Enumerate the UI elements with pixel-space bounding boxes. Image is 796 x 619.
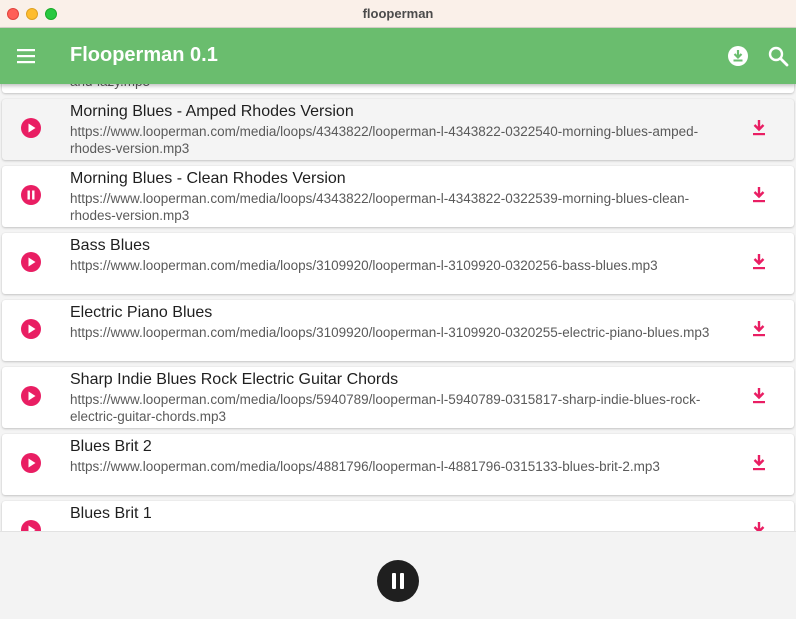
- menu-icon[interactable]: [14, 44, 38, 68]
- loop-url: https://www.looperman.com/media/loops/60…: [70, 84, 710, 90]
- loop-title: Morning Blues - Amped Rhodes Version: [70, 103, 354, 120]
- loop-url: https://www.looperman.com/media/loops/48…: [70, 459, 660, 474]
- player-bar: [0, 531, 796, 619]
- app-title: Flooperman 0.1: [70, 44, 218, 66]
- play-circle-icon[interactable]: [20, 452, 42, 474]
- play-circle-icon[interactable]: [20, 318, 42, 340]
- download-icon[interactable]: [748, 251, 770, 273]
- loop-url: https://www.looperman.com/media/loops/43…: [70, 191, 690, 223]
- pause-circle-icon[interactable]: [20, 184, 42, 206]
- loop-title: Blues Brit 1: [70, 505, 152, 522]
- loop-list: https://www.looperman.com/media/loops/60…: [0, 84, 796, 531]
- download-icon[interactable]: [748, 117, 770, 139]
- play-circle-icon[interactable]: [20, 385, 42, 407]
- loop-card[interactable]: Sharp Indie Blues Rock Electric Guitar C…: [2, 367, 794, 428]
- loop-title: Sharp Indie Blues Rock Electric Guitar C…: [70, 371, 399, 388]
- loop-title: Bass Blues: [70, 237, 151, 254]
- loop-title: Morning Blues - Clean Rhodes Version: [70, 170, 346, 187]
- loop-card[interactable]: https://www.looperman.com/media/loops/60…: [2, 84, 794, 93]
- play-circle-icon[interactable]: [20, 519, 42, 531]
- loop-url: https://www.looperman.com/media/loops/59…: [70, 392, 701, 424]
- pause-icon[interactable]: [377, 560, 419, 602]
- loop-url: https://www.looperman.com/media/loops/43…: [70, 124, 699, 156]
- loop-url: https://www.looperman.com/media/loops/31…: [70, 325, 710, 340]
- search-icon[interactable]: [766, 44, 790, 68]
- window-titlebar: flooperman: [0, 0, 796, 28]
- loop-card[interactable]: Electric Piano Blues https://www.looperma…: [2, 300, 794, 361]
- loop-card[interactable]: Blues Brit 2 https://www.looperman.com/me…: [2, 434, 794, 495]
- app-bar: Flooperman 0.1: [0, 28, 796, 84]
- download-icon[interactable]: [748, 318, 770, 340]
- play-circle-icon[interactable]: [20, 251, 42, 273]
- loop-title: Blues Brit 2: [70, 438, 152, 455]
- loop-card[interactable]: Blues Brit 1: [2, 501, 794, 531]
- loop-card[interactable]: Bass Blues https://www.looperman.com/medi…: [2, 233, 794, 294]
- loop-card[interactable]: Morning Blues - Amped Rhodes Version http…: [2, 99, 794, 160]
- loop-card[interactable]: Morning Blues - Clean Rhodes Version http…: [2, 166, 794, 227]
- window-title: flooperman: [362, 6, 434, 21]
- download-icon[interactable]: [748, 385, 770, 407]
- loop-list-viewport[interactable]: https://www.looperman.com/media/loops/60…: [0, 84, 796, 531]
- loop-title: Electric Piano Blues: [70, 304, 213, 321]
- download-circle-icon[interactable]: [727, 45, 749, 67]
- loop-url: https://www.looperman.com/media/loops/31…: [70, 258, 658, 273]
- play-circle-icon[interactable]: [20, 117, 42, 139]
- download-icon[interactable]: [748, 184, 770, 206]
- download-icon[interactable]: [748, 452, 770, 474]
- download-icon[interactable]: [748, 519, 770, 531]
